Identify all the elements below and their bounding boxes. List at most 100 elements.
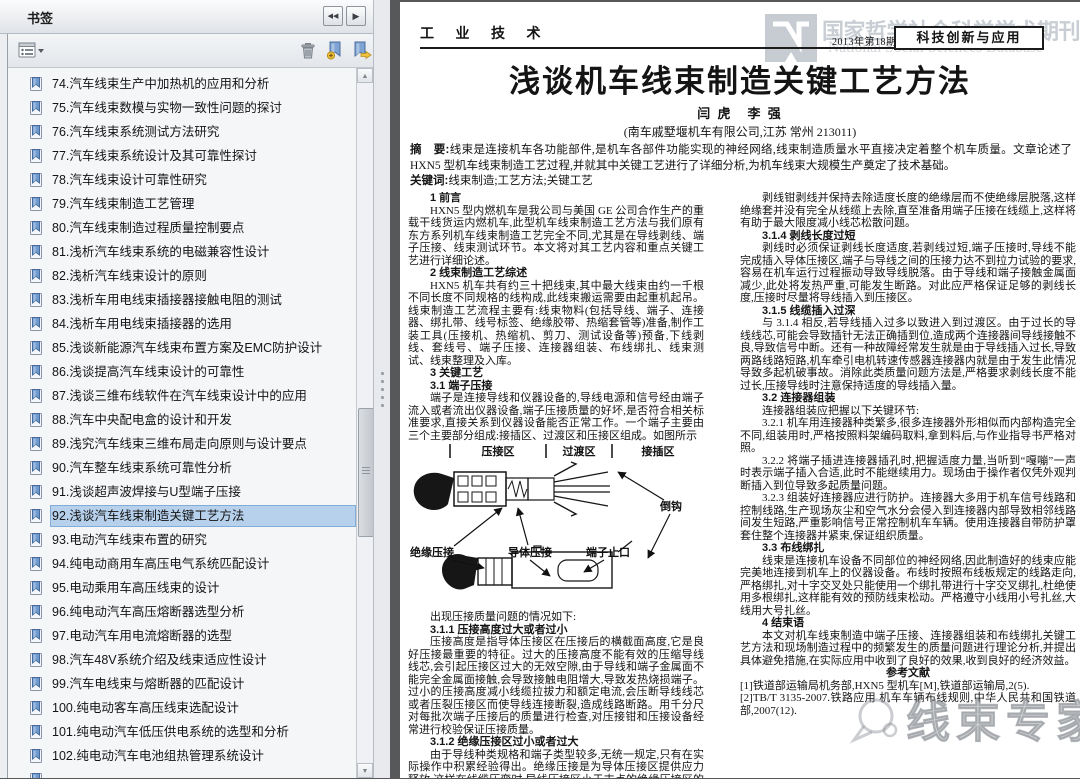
article-affiliation: (南车戚墅堰机车有限公司,江苏 常州 213011) — [408, 123, 1072, 140]
bookmark-item[interactable]: 83.浅析车用电线束插接器接触电阻的测试 — [8, 288, 356, 312]
bookmark-item-label[interactable]: 101.纯电动汽车低压供电系统的选型和分析 — [50, 721, 356, 743]
article-authors: 闫 虎 李 强 — [408, 103, 1072, 122]
abstract-text: 线束是连接机车各功能部件,是机车各部件功能实现的神经网络,线束制造质量水平直接决… — [410, 144, 1072, 172]
bookmark-item-label[interactable]: 82.浅析汽车线束设计的原则 — [50, 265, 356, 287]
keywords-label: 关键词: — [410, 175, 448, 187]
scroll-up-arrow[interactable]: ▲ — [357, 68, 373, 83]
bookmark-item-label[interactable]: 84.浅析车用电线束插接器的选用 — [50, 313, 356, 335]
paragraph: 3.2.3 组装好连接器应进行防护。连接器大多用于机车信号线路和控制线路,生产现… — [740, 492, 1076, 542]
figure-label-insulation-crimp: 绝缘压接 — [410, 545, 454, 559]
bookmark-item[interactable]: 100.纯电动客车高压线束选配设计 — [8, 696, 356, 720]
bookmark-item-label[interactable]: 99.汽车电线束与熔断器的匹配设计 — [50, 673, 356, 695]
paragraph: HXN5 型内燃机车是我公司与美国 GE 公司合作生产的重载干线货运内燃机车,此… — [408, 205, 704, 268]
bookmark-item[interactable]: 101.纯电动汽车低压供电系统的选型和分析 — [8, 720, 356, 744]
goto-bookmark-button[interactable] — [352, 41, 372, 65]
scroll-down-arrow[interactable]: ▼ — [357, 763, 373, 778]
bookmark-item[interactable]: 90.汽车整车线束系统可靠性分析 — [8, 456, 356, 480]
bookmark-item[interactable]: 93.电动汽车线束布置的研究 — [8, 528, 356, 552]
bookmark-icon — [28, 412, 44, 428]
bookmark-icon — [28, 748, 44, 764]
bookmark-item[interactable]: 77.汽车线束系统设计及其可靠性探讨 — [8, 144, 356, 168]
bookmarks-scrollbar[interactable]: ▲ ▼ — [356, 68, 374, 778]
bookmark-item[interactable]: 97.电动汽车用电流熔断器的选型 — [8, 624, 356, 648]
bookmark-icon — [28, 148, 44, 164]
options-menu-button[interactable] — [18, 42, 46, 65]
bookmark-item[interactable]: 91.浅谈超声波焊接与U型端子压接 — [8, 480, 356, 504]
bookmark-item-label[interactable]: 87.浅谈三维布线软件在汽车线束设计中的应用 — [50, 385, 356, 407]
bookmark-item[interactable]: 86.浅谈提高汽车线束设计的可靠性 — [8, 360, 356, 384]
bookmark-item-label[interactable]: 93.电动汽车线束布置的研究 — [50, 529, 356, 551]
bookmark-item-label[interactable]: 79.汽车线束制造工艺管理 — [50, 193, 356, 215]
bookmark-item[interactable]: 89.浅究汽车线束三维布局走向原则与设计要点 — [8, 432, 356, 456]
bookmark-item-label[interactable]: 95.电动乘用车高压线束的设计 — [50, 577, 356, 599]
bookmark-icon — [28, 436, 44, 452]
bookmark-item-label[interactable]: 98.汽车48V系统介绍及线束适应性设计 — [50, 649, 356, 671]
expand-panel-button[interactable]: ▶ — [346, 6, 366, 26]
bookmark-item-label[interactable]: 76.汽车线束系统测试方法研究 — [50, 121, 356, 143]
figure-zone-insert: 接插区 — [642, 444, 675, 458]
paragraph: 本文对机车线束制造中端子压接、连接器组装和布线绑扎关键工艺方法和现场制造过程中的… — [740, 630, 1076, 668]
bookmark-item[interactable]: 94.纯电动商用车高压电气系统匹配设计 — [8, 552, 356, 576]
bookmark-icon — [28, 244, 44, 260]
bookmark-item[interactable]: 76.汽车线束系统测试方法研究 — [8, 120, 356, 144]
bookmark-icon — [28, 76, 44, 92]
bookmark-item[interactable]: 79.汽车线束制造工艺管理 — [8, 192, 356, 216]
bookmark-icon — [28, 316, 44, 332]
pdf-reader-window: 书签 ◀◀ ▶ — [0, 0, 1080, 778]
bookmark-icon — [28, 652, 44, 668]
paragraph: 1 前言 — [408, 192, 704, 205]
bookmark-icon — [28, 532, 44, 548]
bookmark-item[interactable]: 92.浅谈汽车线束制造关键工艺方法 — [8, 504, 356, 528]
bookmark-item[interactable] — [8, 768, 356, 778]
bookmark-item-label[interactable]: 80.汽车线束制造过程质量控制要点 — [50, 217, 356, 239]
bookmark-item-label[interactable]: 78.汽车线束设计可靠性研究 — [50, 169, 356, 191]
bookmark-icon — [28, 124, 44, 140]
bookmark-item[interactable]: 99.汽车电线束与熔断器的匹配设计 — [8, 672, 356, 696]
bookmark-item-label[interactable]: 86.浅谈提高汽车线束设计的可靠性 — [50, 361, 356, 383]
bookmark-icon — [28, 340, 44, 356]
bookmark-item[interactable]: 84.浅析车用电线束插接器的选用 — [8, 312, 356, 336]
bookmark-item-label[interactable]: 75.汽车线束数模与实物一致性问题的探讨 — [50, 97, 356, 119]
bookmark-item-label[interactable]: 81.浅析汽车线束系统的电磁兼容性设计 — [50, 241, 356, 263]
bookmark-item[interactable]: 88.汽车中央配电盒的设计和开发 — [8, 408, 356, 432]
bookmark-item[interactable]: 102.纯电动汽车电池组热管理系统设计 — [8, 744, 356, 768]
document-pane: 国家哲学社会科学学术期刊数据库 National Social Sciences… — [390, 0, 1080, 778]
bookmark-item-label[interactable]: 74.汽车线束生产中加热机的应用和分析 — [50, 73, 356, 95]
bookmark-item-label[interactable]: 88.汽车中央配电盒的设计和开发 — [50, 409, 356, 431]
bookmark-icon — [28, 580, 44, 596]
bookmark-item[interactable]: 74.汽车线束生产中加热机的应用和分析 — [8, 72, 356, 96]
bookmark-item-label[interactable]: 102.纯电动汽车电池组热管理系统设计 — [50, 745, 356, 767]
bookmark-item-label[interactable]: 90.汽车整车线束系统可靠性分析 — [50, 457, 356, 479]
paragraph: 3.2.1 机车用连接器种类繁多,很多连接器外形相似而内部构造完全不同,组装用时… — [740, 417, 1076, 455]
bookmark-item[interactable]: 98.汽车48V系统介绍及线束适应性设计 — [8, 648, 356, 672]
bookmark-item-label[interactable]: 89.浅究汽车线束三维布局走向原则与设计要点 — [50, 433, 356, 455]
delete-bookmark-button[interactable] — [300, 42, 316, 65]
bookmark-icon — [28, 484, 44, 500]
bookmark-icon — [28, 220, 44, 236]
bookmark-item-label[interactable]: 97.电动汽车用电流熔断器的选型 — [50, 625, 356, 647]
bookmark-item-label[interactable]: 94.纯电动商用车高压电气系统匹配设计 — [50, 553, 356, 575]
bookmark-item[interactable]: 82.浅析汽车线束设计的原则 — [8, 264, 356, 288]
bookmark-item[interactable]: 95.电动乘用车高压线束的设计 — [8, 576, 356, 600]
bookmark-item-label[interactable]: 85.浅谈新能源汽车线束布置方案及EMC防护设计 — [50, 337, 356, 359]
new-bookmark-button[interactable] — [326, 41, 344, 65]
bookmark-item-label[interactable]: 91.浅谈超声波焊接与U型端子压接 — [50, 481, 356, 503]
bookmark-item[interactable]: 87.浅谈三维布线软件在汽车线束设计中的应用 — [8, 384, 356, 408]
collapse-panel-button[interactable]: ◀◀ — [323, 6, 343, 26]
bookmark-item[interactable]: 81.浅析汽车线束系统的电磁兼容性设计 — [8, 240, 356, 264]
scrollbar-thumb[interactable] — [358, 408, 374, 537]
figure-zone-crimp: 压接区 — [482, 444, 515, 458]
bookmark-item-label[interactable]: 100.纯电动客车高压线束选配设计 — [50, 697, 356, 719]
bookmark-item-label[interactable]: 92.浅谈汽车线束制造关键工艺方法 — [50, 505, 356, 527]
paragraph: 线束是连接机车设备不同部位的神经网络,因此制造好的线束应能完美地连接到机车上的仪… — [740, 555, 1076, 618]
bookmark-item[interactable]: 80.汽车线束制造过程质量控制要点 — [8, 216, 356, 240]
bookmark-item[interactable]: 75.汽车线束数模与实物一致性问题的探讨 — [8, 96, 356, 120]
bookmark-arrow-icon — [352, 41, 372, 60]
bookmark-icon — [28, 460, 44, 476]
bookmark-item-label[interactable]: 83.浅析车用电线束插接器接触电阻的测试 — [50, 289, 356, 311]
bookmark-item-label[interactable]: 77.汽车线束系统设计及其可靠性探讨 — [50, 145, 356, 167]
bookmark-item[interactable]: 85.浅谈新能源汽车线束布置方案及EMC防护设计 — [8, 336, 356, 360]
bookmark-item[interactable]: 96.纯电动汽车高压熔断器选型分析 — [8, 600, 356, 624]
bookmark-item[interactable]: 78.汽车线束设计可靠性研究 — [8, 168, 356, 192]
bookmark-item-label[interactable]: 96.纯电动汽车高压熔断器选型分析 — [50, 601, 356, 623]
